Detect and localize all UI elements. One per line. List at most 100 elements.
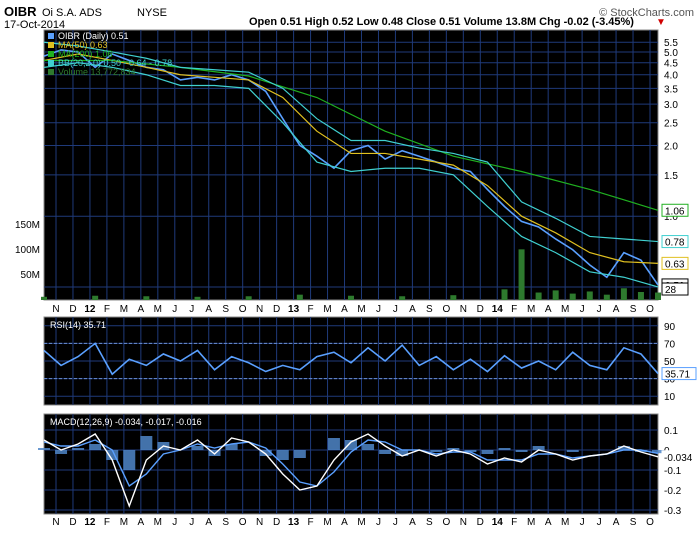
exchange-name: NYSE <box>137 7 167 19</box>
x-tick-label: F <box>511 304 517 315</box>
volume-bar <box>296 294 303 300</box>
x-tick-label: J <box>189 517 194 528</box>
x-tick-label: S <box>426 304 433 315</box>
quote-summary: Open 0.51 High 0.52 Low 0.48 Close 0.51 … <box>249 16 634 28</box>
volume-bar <box>552 290 559 300</box>
macd-histogram-bar <box>566 450 579 452</box>
x-tick-label: O <box>442 517 450 528</box>
x-tick-label: A <box>341 517 348 528</box>
x-tick-label: F <box>308 304 314 315</box>
volume-bar <box>501 289 508 300</box>
watermark: © StockCharts.com <box>599 7 694 19</box>
rsi-tick-label: 10 <box>664 392 676 403</box>
price-tick-label: 5.5 <box>664 38 678 49</box>
x-tick-label: N <box>460 304 467 315</box>
x-tick-label: A <box>409 517 416 528</box>
x-tick-label: A <box>205 517 212 528</box>
price-tick-label: 1.5 <box>664 171 678 182</box>
macd-panel <box>43 413 659 515</box>
macd-histogram-bar <box>293 450 306 458</box>
volume-bar <box>603 294 610 300</box>
x-tick-label: F <box>104 517 110 528</box>
macd-histogram-bar <box>327 438 340 450</box>
stock-chart: OIBR Oi S.A. ADS NYSE 17-Oct-2014 Open 0… <box>0 0 700 530</box>
last-value-label: 1.06 <box>665 206 685 217</box>
x-tick-label: M <box>154 517 162 528</box>
volume-bar <box>620 288 627 300</box>
x-tick-label: M <box>561 304 569 315</box>
volume-bar <box>245 296 252 300</box>
x-tick-label: D <box>69 304 76 315</box>
legend-swatch <box>48 69 54 75</box>
x-tick-label: J <box>172 517 177 528</box>
volume-bar <box>92 295 99 300</box>
x-tick-label: D <box>69 517 76 528</box>
macd-histogram-bar <box>498 448 511 450</box>
chart-canvas: OIBR Oi S.A. ADS NYSE 17-Oct-2014 Open 0… <box>4 4 699 528</box>
x-tick-label: J <box>393 304 398 315</box>
macd-histogram-bar <box>140 436 153 450</box>
x-tick-label: M <box>120 304 128 315</box>
x-tick-label: A <box>613 517 620 528</box>
price-tick-label: 3.0 <box>664 100 678 111</box>
x-tick-label: A <box>545 304 552 315</box>
price-tick-label: 3.5 <box>664 84 678 95</box>
x-tick-label: M <box>323 517 331 528</box>
x-tick-label: N <box>52 517 59 528</box>
volume-tick-label: 50M <box>21 270 40 281</box>
rsi-legend: RSI(14) 35.71 <box>50 320 106 330</box>
macd-histogram-bar <box>515 450 528 452</box>
x-tick-label: O <box>646 517 654 528</box>
x-tick-label: S <box>222 304 229 315</box>
volume-bar <box>450 295 457 300</box>
x-tick-label: J <box>393 517 398 528</box>
macd-tick-label: 0.1 <box>664 426 678 437</box>
macd-histogram-bar <box>123 450 136 470</box>
volume-bar <box>535 292 542 300</box>
price-tick-label: 2.0 <box>664 141 678 152</box>
x-tick-label: S <box>630 304 637 315</box>
price-tick-label: 5.0 <box>664 48 678 59</box>
legend-swatch <box>48 60 54 66</box>
price-tick-label: 4.0 <box>664 71 678 82</box>
volume-bar <box>518 249 525 300</box>
volume-bar <box>348 295 354 300</box>
x-tick-label: S <box>630 517 637 528</box>
price-panel <box>43 29 659 301</box>
rsi-tick-label: 70 <box>664 339 676 350</box>
x-tick-label: D <box>477 517 484 528</box>
rsi-tick-label: 50 <box>664 357 676 368</box>
volume-tick-label: 150M <box>15 220 40 231</box>
x-tick-label: M <box>154 304 162 315</box>
volume-bar <box>655 292 661 300</box>
x-tick-label: A <box>138 517 145 528</box>
macd-tick-label: -0.3 <box>664 506 682 517</box>
macd-histogram-bar <box>481 450 494 454</box>
volume-bar <box>143 296 150 300</box>
x-tick-label: M <box>527 304 535 315</box>
company-name: Oi S.A. ADS <box>42 7 102 19</box>
legend-swatch <box>48 42 54 48</box>
x-tick-label: J <box>172 304 177 315</box>
x-tick-label: M <box>357 517 365 528</box>
volume-tick-label: 100M <box>15 245 40 256</box>
macd-histogram-bar <box>362 444 375 450</box>
ticker-symbol: OIBR <box>4 4 37 19</box>
x-tick-label: O <box>239 304 247 315</box>
x-tick-label: M <box>527 517 535 528</box>
x-tick-label: A <box>613 304 620 315</box>
x-tick-label: N <box>52 304 59 315</box>
chart-date: 17-Oct-2014 <box>4 19 65 31</box>
volume-bar <box>637 292 644 300</box>
x-tick-label: A <box>341 304 348 315</box>
x-tick-label: A <box>205 304 212 315</box>
macd-histogram-bar <box>430 450 443 452</box>
macd-histogram-bar <box>379 450 392 454</box>
x-tick-label: N <box>460 517 467 528</box>
x-tick-label: N <box>256 304 263 315</box>
x-tick-label: F <box>511 517 517 528</box>
volume-bar <box>41 296 47 300</box>
legend-swatch <box>48 33 54 39</box>
x-tick-label: J <box>376 304 381 315</box>
volume-bar <box>399 296 406 300</box>
